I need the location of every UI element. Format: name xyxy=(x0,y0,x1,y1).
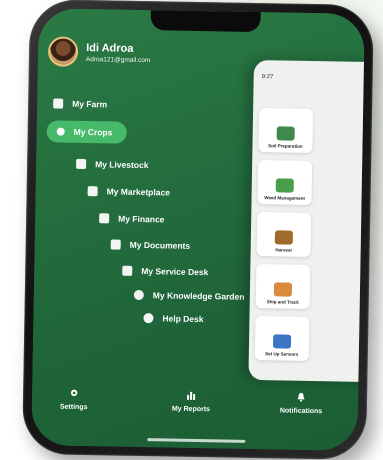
dashboard-panel[interactable]: 9:27 Soil Preparation Weed Management Ha… xyxy=(248,59,365,382)
harvest-icon xyxy=(274,229,294,245)
wallet-icon xyxy=(99,213,110,224)
menu-item-label: My Service Desk xyxy=(141,266,209,278)
sensor-icon xyxy=(272,333,292,349)
card-label: Ship and Track xyxy=(266,298,299,305)
menu-item-my-service-desk[interactable]: My Service Desk xyxy=(122,265,209,278)
menu-item-label: My Crops xyxy=(73,126,113,138)
card-ship-and-track[interactable]: Ship and Track xyxy=(255,264,311,309)
menu-item-my-livestock[interactable]: My Livestock xyxy=(76,158,149,171)
status-time: 9:27 xyxy=(261,74,274,81)
store-icon xyxy=(87,186,98,197)
desk-icon xyxy=(122,265,133,276)
menu-item-label: My Finance xyxy=(118,213,165,225)
card-label: Soil Preparation xyxy=(268,142,303,149)
menu-item-label: My Livestock xyxy=(95,159,149,171)
document-icon xyxy=(110,239,121,250)
promo-background: Idi Adroa Adroa121@gmail.com My Farm My … xyxy=(0,0,383,460)
bottom-navigation: Settings My Reports Notifications xyxy=(32,387,359,433)
menu-item-my-marketplace[interactable]: My Marketplace xyxy=(87,186,171,198)
phone-screen: Idi Adroa Adroa121@gmail.com My Farm My … xyxy=(31,8,365,451)
soil-icon xyxy=(276,125,295,141)
menu-item-my-finance[interactable]: My Finance xyxy=(99,213,165,225)
menu-item-label: My Knowledge Garden xyxy=(152,290,245,302)
nav-label: My Reports xyxy=(171,405,211,414)
menu-item-label: My Marketplace xyxy=(106,186,171,198)
nav-label: Notifications xyxy=(279,407,323,416)
card-set-up-sensors[interactable]: Set Up Sensors xyxy=(254,316,310,361)
weed-icon xyxy=(275,177,294,193)
menu-item-label: My Farm xyxy=(72,98,108,110)
card-label: Weed Management xyxy=(264,194,305,201)
phone-notch xyxy=(150,10,261,33)
sprout-icon xyxy=(56,127,65,136)
card-soil-preparation[interactable]: Soil Preparation xyxy=(258,108,314,153)
menu-item-label: My Documents xyxy=(129,239,191,251)
menu-item-my-farm[interactable]: My Farm xyxy=(53,98,107,109)
card-weed-management[interactable]: Weed Management xyxy=(257,160,313,205)
gear-icon xyxy=(70,389,78,397)
nav-label: Settings xyxy=(59,403,88,412)
menu-item-label: Help Desk xyxy=(162,313,204,325)
bar-chart-icon xyxy=(187,391,196,400)
nav-notifications[interactable]: Notifications xyxy=(280,391,323,415)
card-label: Set Up Sensors xyxy=(265,350,299,357)
nav-settings[interactable]: Settings xyxy=(60,388,88,411)
menu-item-my-crops[interactable]: My Crops xyxy=(46,120,127,144)
menu-item-my-documents[interactable]: My Documents xyxy=(110,239,191,251)
info-icon xyxy=(133,289,144,301)
card-label: Harvest xyxy=(275,246,292,253)
truck-icon xyxy=(273,281,293,297)
nav-my-reports[interactable]: My Reports xyxy=(171,390,211,414)
house-icon xyxy=(53,98,64,109)
menu-item-help-desk[interactable]: Help Desk xyxy=(143,313,204,325)
phone-mockup: Idi Adroa Adroa121@gmail.com My Farm My … xyxy=(22,0,374,460)
menu-item-my-knowledge-garden[interactable]: My Knowledge Garden xyxy=(133,289,245,302)
navigation-drawer: Idi Adroa Adroa121@gmail.com My Farm My … xyxy=(31,8,365,451)
bell-icon xyxy=(297,392,305,402)
help-icon xyxy=(143,313,154,324)
cow-icon xyxy=(76,158,87,170)
card-harvest[interactable]: Harvest xyxy=(256,212,312,257)
